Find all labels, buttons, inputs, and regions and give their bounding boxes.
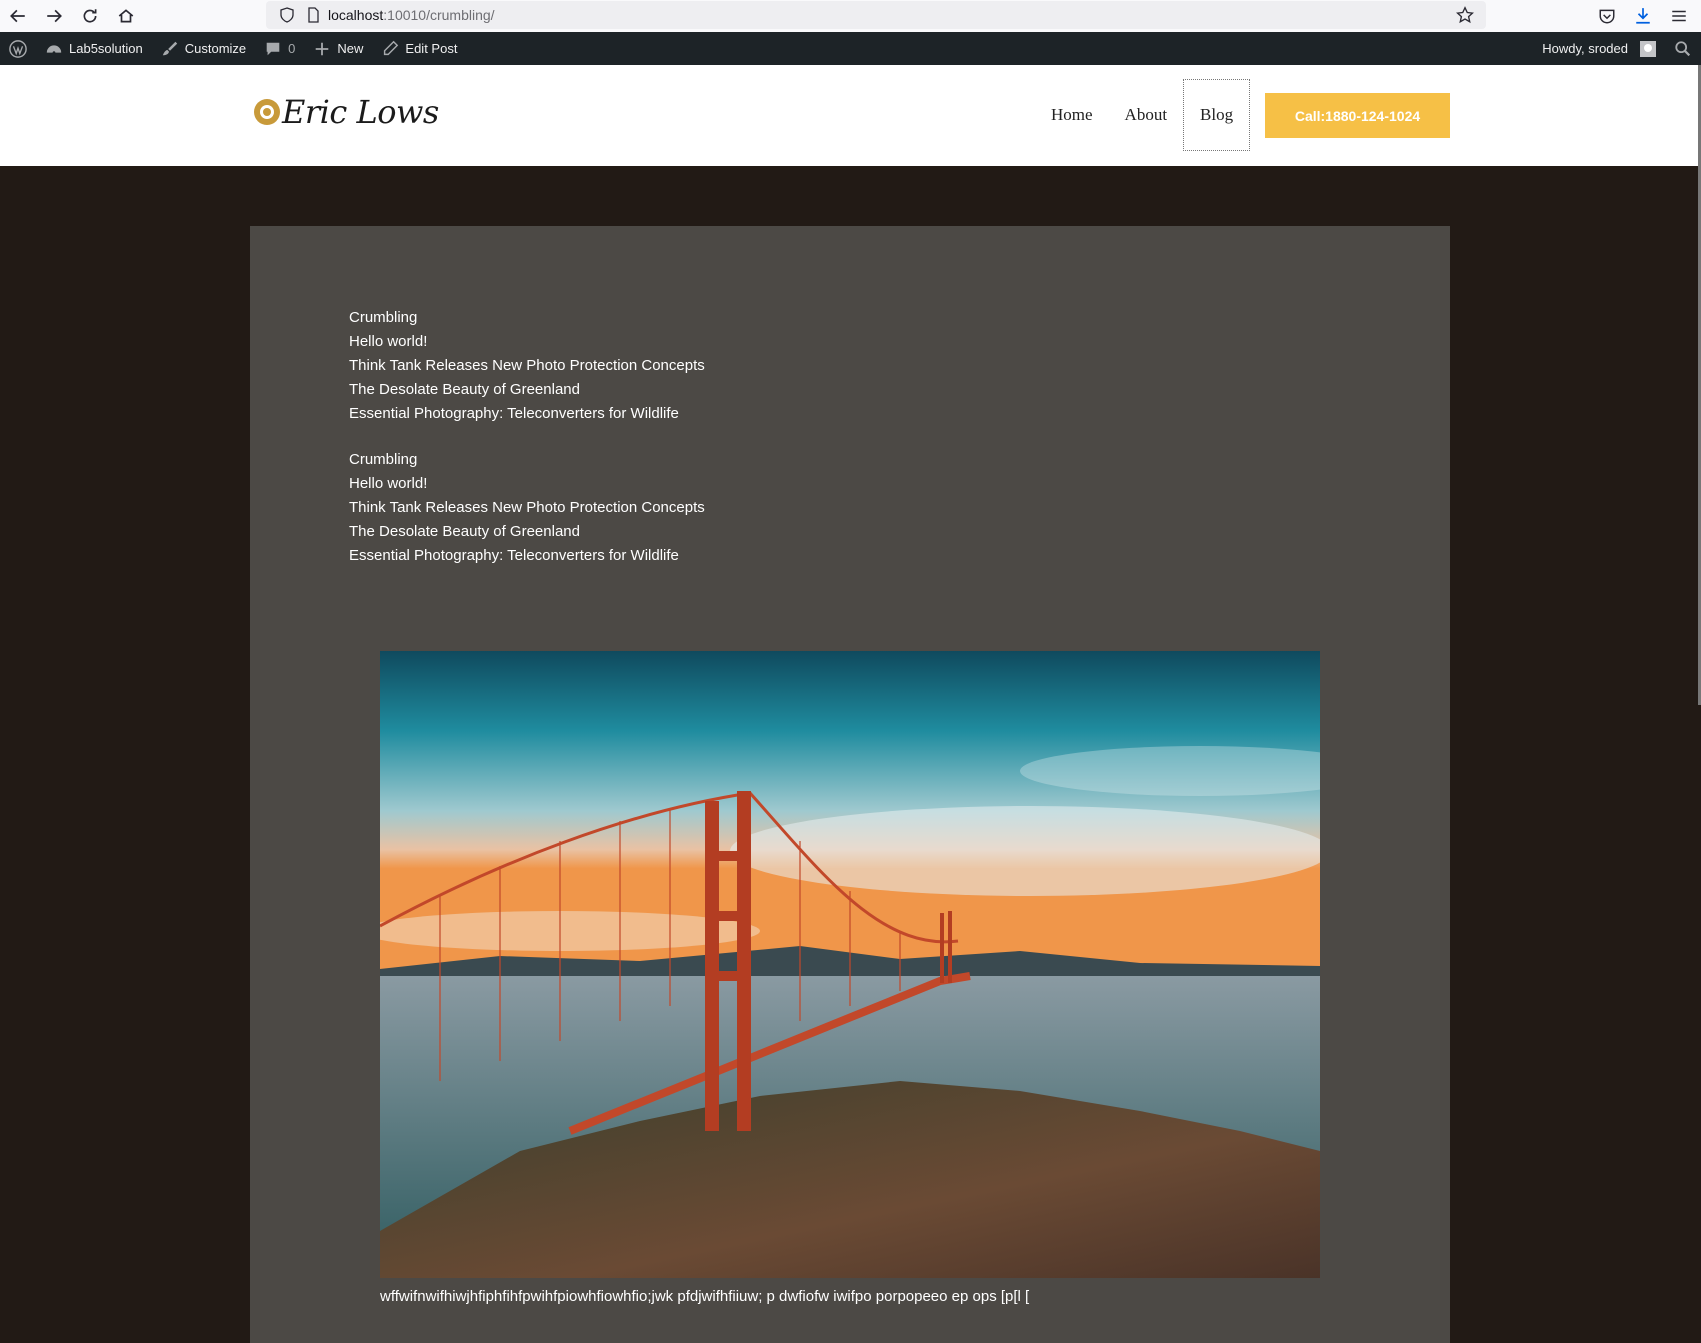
dashboard-icon xyxy=(46,44,62,54)
pocket-icon[interactable] xyxy=(1595,4,1619,28)
new-label: New xyxy=(337,41,364,56)
bookmark-star-icon[interactable] xyxy=(1456,6,1474,27)
my-account-menu[interactable]: Howdy, sroded xyxy=(1533,32,1665,65)
page-icon xyxy=(302,6,324,24)
search-icon xyxy=(1675,40,1691,56)
nav-blog[interactable]: Blog xyxy=(1183,79,1251,151)
site-name-menu[interactable]: Lab5solution xyxy=(36,32,152,65)
comments-link[interactable]: 0 xyxy=(255,32,304,65)
wordpress-icon xyxy=(9,39,27,58)
post-link[interactable]: Crumbling xyxy=(349,306,705,330)
url-path: :10010/crumbling/ xyxy=(383,7,495,23)
edit-post-label: Edit Post xyxy=(405,41,458,56)
avatar xyxy=(1640,40,1656,57)
plus-icon xyxy=(316,42,329,55)
paintbrush-icon xyxy=(162,41,177,55)
logo-text: Eric Lows xyxy=(282,93,439,131)
post-link[interactable]: The Desolate Beauty of Greenland xyxy=(349,378,705,402)
post-caption: wffwifnwifhiwjhfiphfihfpwihfpiowhfiowhfi… xyxy=(380,1288,1030,1305)
recent-posts-list: Crumbling Hello world! Think Tank Releas… xyxy=(349,306,705,426)
main-navigation: Home About Blog xyxy=(1035,79,1251,151)
wp-admin-bar: Lab5solution Customize 0 New Edit Post H… xyxy=(0,32,1701,65)
pencil-icon xyxy=(384,40,399,55)
nav-about[interactable]: About xyxy=(1109,79,1184,151)
post-link[interactable]: Hello world! xyxy=(349,330,705,354)
post-link[interactable]: Think Tank Releases New Photo Protection… xyxy=(349,354,705,378)
site-header: Eric Lows Home About Blog Call:1880-124-… xyxy=(0,65,1701,166)
customize-label: Customize xyxy=(184,41,247,56)
comment-icon xyxy=(266,42,280,55)
comments-count: 0 xyxy=(288,41,296,56)
post-link[interactable]: Crumbling xyxy=(349,448,705,472)
post-link[interactable]: Think Tank Releases New Photo Protection… xyxy=(349,496,705,520)
browser-tools xyxy=(1595,0,1701,32)
url-bar[interactable]: localhost:10010/crumbling/ xyxy=(266,1,1486,29)
url-host: localhost xyxy=(328,7,384,23)
wp-logo-menu[interactable] xyxy=(0,32,36,65)
content-area: Crumbling Hello world! Think Tank Releas… xyxy=(250,226,1450,1343)
post-link[interactable]: The Desolate Beauty of Greenland xyxy=(349,520,705,544)
post-link[interactable]: Essential Photography: Teleconverters fo… xyxy=(349,402,705,426)
logo-mark-icon xyxy=(254,99,280,125)
customize-link[interactable]: Customize xyxy=(152,32,255,65)
post-link[interactable]: Essential Photography: Teleconverters fo… xyxy=(349,544,705,568)
post-link[interactable]: Hello world! xyxy=(349,472,705,496)
site-logo[interactable]: Eric Lows xyxy=(254,93,439,131)
download-icon[interactable] xyxy=(1631,4,1655,28)
admin-search[interactable] xyxy=(1665,32,1701,65)
reload-icon[interactable] xyxy=(72,0,108,32)
edit-post-link[interactable]: Edit Post xyxy=(372,32,466,65)
menu-icon[interactable] xyxy=(1667,4,1691,28)
nav-home[interactable]: Home xyxy=(1035,79,1109,151)
home-icon[interactable] xyxy=(108,0,144,32)
site-name: Lab5solution xyxy=(69,41,143,56)
recent-posts-list: Crumbling Hello world! Think Tank Releas… xyxy=(349,448,705,568)
call-button[interactable]: Call:1880-124-1024 xyxy=(1265,93,1450,138)
new-content-menu[interactable]: New xyxy=(304,32,372,65)
url-text[interactable]: localhost:10010/crumbling/ xyxy=(328,7,495,23)
golden-gate-bridge-photo xyxy=(380,651,1320,1278)
shield-icon[interactable] xyxy=(276,6,298,24)
howdy-text: Howdy, sroded xyxy=(1542,41,1628,56)
back-icon[interactable] xyxy=(0,0,36,32)
forward-icon[interactable] xyxy=(36,0,72,32)
browser-toolbar: localhost:10010/crumbling/ xyxy=(0,0,1701,32)
